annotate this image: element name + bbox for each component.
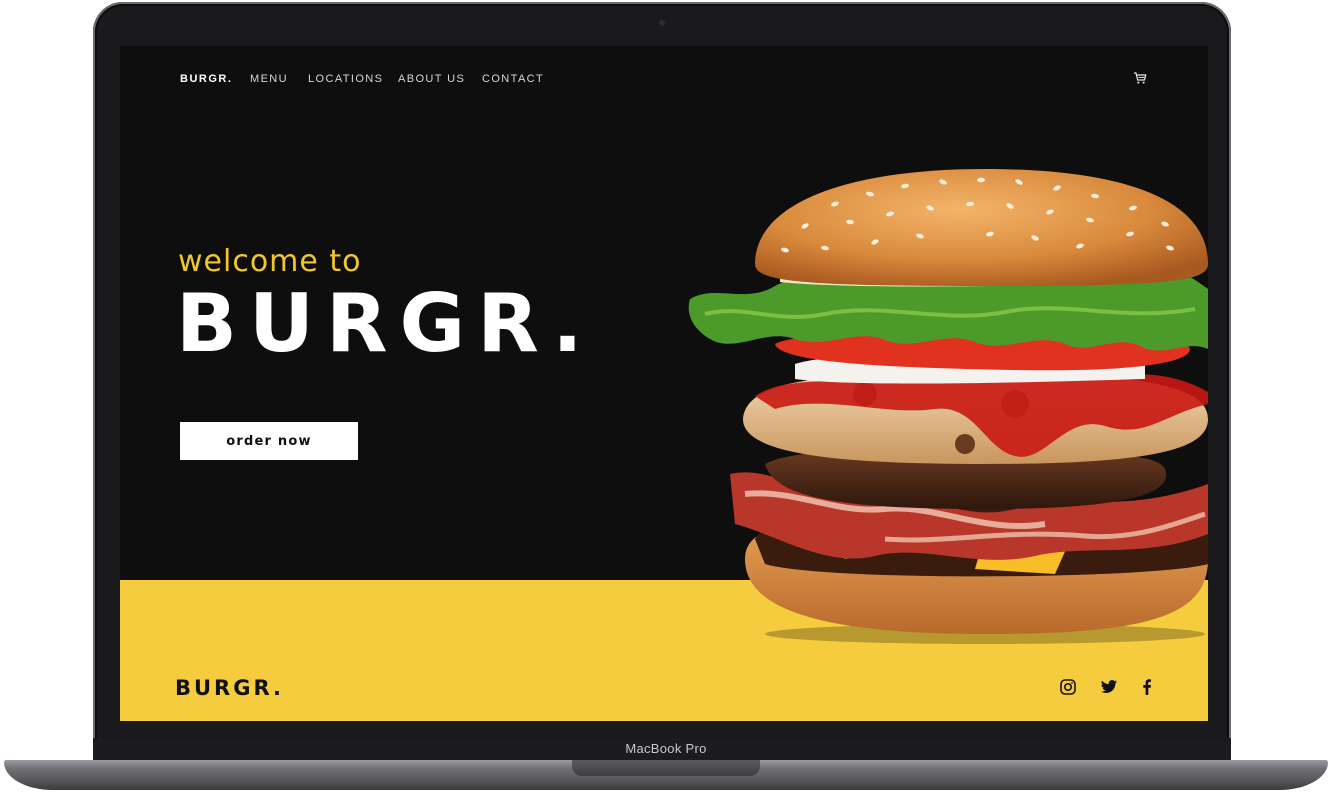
top-nav: BURGR. MENU LOCATIONS ABOUT US CONTACT	[120, 46, 1208, 116]
camera-icon	[658, 19, 666, 27]
instagram-icon[interactable]	[1059, 678, 1077, 696]
nav-logo[interactable]: BURGR.	[180, 73, 232, 85]
burger-photo	[688, 169, 1208, 644]
nav-link-about-us[interactable]: ABOUT US	[398, 73, 465, 85]
nav-link-locations[interactable]: LOCATIONS	[308, 73, 383, 85]
footer-logo[interactable]: BURGR.	[175, 676, 284, 700]
hero-greeting: welcome to	[178, 244, 362, 279]
facebook-icon[interactable]	[1138, 678, 1156, 696]
order-now-button[interactable]: order now	[180, 422, 358, 460]
laptop-notch	[572, 760, 760, 776]
cart-icon[interactable]	[1133, 71, 1147, 85]
twitter-icon[interactable]	[1100, 678, 1118, 696]
nav-link-contact[interactable]: CONTACT	[482, 73, 544, 85]
hero-title: BURGR.	[176, 277, 595, 370]
website-screen: BURGR. MENU LOCATIONS ABOUT US CONTACT w…	[120, 46, 1208, 721]
device-label: MacBook Pro	[625, 741, 707, 756]
nav-link-menu[interactable]: MENU	[250, 73, 288, 85]
